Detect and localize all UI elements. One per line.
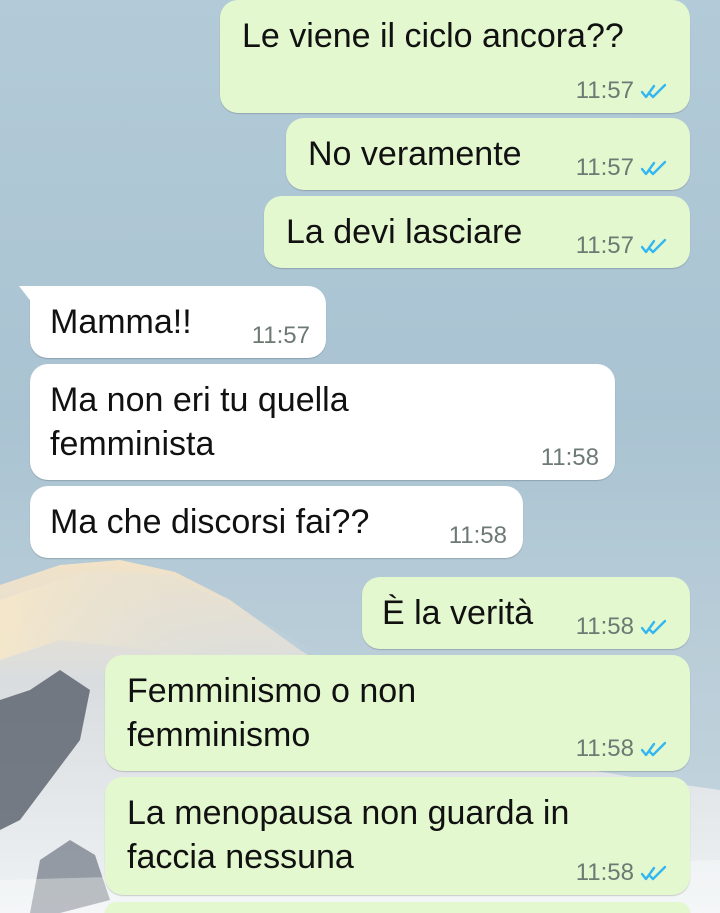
message-bubble-outgoing-partial[interactable] bbox=[105, 902, 690, 913]
message-meta: 11:57 bbox=[576, 232, 670, 260]
read-double-check-icon bbox=[640, 863, 670, 883]
message-time: 11:57 bbox=[575, 154, 634, 181]
message-meta: 11:57 bbox=[576, 154, 670, 182]
message-meta: 11:58 bbox=[541, 444, 599, 472]
message-bubble-outgoing[interactable]: Le viene il ciclo ancora?? 11:57 bbox=[220, 0, 690, 113]
message-bubble-incoming[interactable]: Ma non eri tu quella femminista 11:58 bbox=[30, 364, 615, 480]
message-meta: 11:58 bbox=[576, 613, 670, 641]
message-bubble-outgoing[interactable]: La menopausa non guarda in faccia nessun… bbox=[105, 777, 690, 895]
read-double-check-icon bbox=[640, 617, 670, 637]
message-time: 11:58 bbox=[448, 522, 507, 549]
message-text: Ma che discorsi fai?? bbox=[50, 503, 370, 541]
message-meta: 11:57 bbox=[252, 322, 310, 350]
message-text: Mamma!! bbox=[50, 303, 192, 341]
message-text: La menopausa non guarda in faccia nessun… bbox=[127, 794, 570, 876]
message-time: 11:58 bbox=[575, 859, 634, 886]
message-meta: 11:58 bbox=[576, 735, 670, 763]
bubble-tail bbox=[19, 286, 33, 304]
message-bubble-outgoing[interactable]: La devi lasciare 11:57 bbox=[264, 196, 690, 268]
message-text: Ma non eri tu quella femminista bbox=[50, 381, 349, 463]
message-time: 11:58 bbox=[575, 735, 634, 762]
message-time: 11:57 bbox=[251, 322, 310, 349]
message-time: 11:57 bbox=[575, 77, 634, 104]
message-meta: 11:58 bbox=[449, 522, 507, 550]
message-meta: 11:57 bbox=[576, 77, 670, 105]
message-bubble-outgoing[interactable]: No veramente 11:57 bbox=[286, 118, 690, 190]
message-text: Femminismo o non femminismo bbox=[127, 672, 417, 754]
read-double-check-icon bbox=[640, 81, 670, 101]
message-bubble-incoming[interactable]: Mamma!! 11:57 bbox=[19, 286, 326, 358]
message-time: 11:58 bbox=[575, 613, 634, 640]
read-double-check-icon bbox=[640, 739, 670, 759]
message-text: Le viene il ciclo ancora?? bbox=[242, 17, 624, 55]
message-time: 11:58 bbox=[540, 444, 599, 471]
read-double-check-icon bbox=[640, 236, 670, 256]
read-double-check-icon bbox=[640, 158, 670, 178]
message-bubble-outgoing[interactable]: È la verità 11:58 bbox=[362, 577, 690, 649]
message-meta: 11:58 bbox=[576, 859, 670, 887]
message-bubble-outgoing[interactable]: Femminismo o non femminismo 11:58 bbox=[105, 655, 690, 771]
message-time: 11:57 bbox=[575, 232, 634, 259]
message-bubble-incoming[interactable]: Ma che discorsi fai?? 11:58 bbox=[30, 486, 523, 558]
message-text: È la verità bbox=[382, 594, 534, 632]
message-text: No veramente bbox=[308, 135, 522, 173]
message-text: La devi lasciare bbox=[286, 213, 523, 251]
